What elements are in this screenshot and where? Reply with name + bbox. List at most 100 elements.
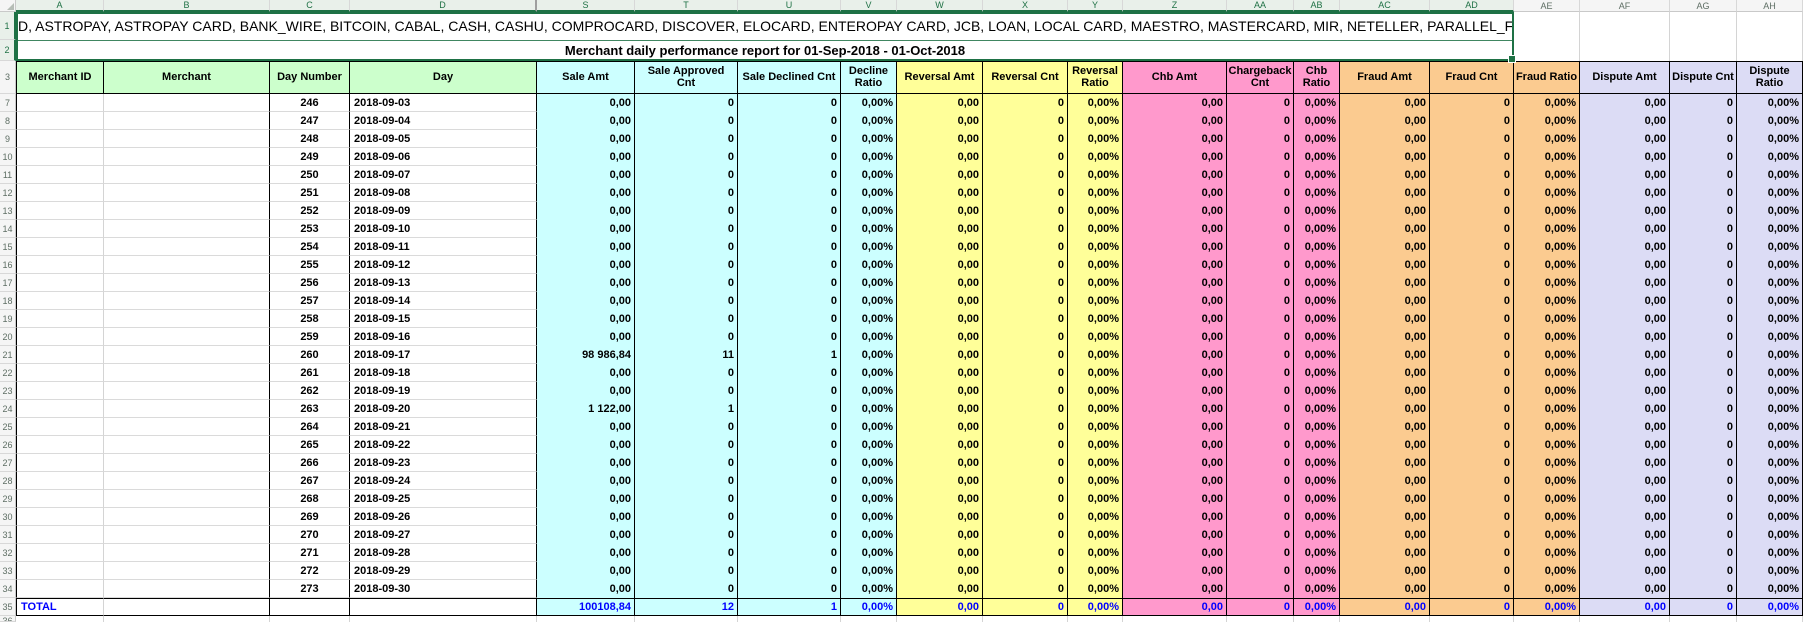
cell-AH36[interactable] <box>1737 616 1803 622</box>
cell-AF22[interactable]: 0,00 <box>1580 364 1670 382</box>
cell-D21[interactable]: 2018-09-17 <box>350 346 537 364</box>
cell-S21[interactable]: 98 986,84 <box>537 346 635 364</box>
cell-A21[interactable] <box>16 346 104 364</box>
cell-A33[interactable] <box>16 562 104 580</box>
cell-AE1[interactable] <box>1514 12 1580 40</box>
column-header-X[interactable]: X <box>983 0 1068 12</box>
row-header-36[interactable]: 36 <box>0 616 16 622</box>
row-header-12[interactable]: 12 <box>0 184 16 202</box>
row-header-30[interactable]: 30 <box>0 508 16 526</box>
cell-AG19[interactable]: 0 <box>1670 310 1737 328</box>
cell-B16[interactable] <box>104 256 270 274</box>
cell-AF28[interactable]: 0,00 <box>1580 472 1670 490</box>
cell-D11[interactable]: 2018-09-07 <box>350 166 537 184</box>
cell-D28[interactable]: 2018-09-24 <box>350 472 537 490</box>
cell-AH18[interactable]: 0,00% <box>1737 292 1803 310</box>
row-header-28[interactable]: 28 <box>0 472 16 490</box>
total-cell-AD[interactable]: 0 <box>1430 598 1514 616</box>
cell-AF30[interactable]: 0,00 <box>1580 508 1670 526</box>
cell-T20[interactable]: 0 <box>635 328 738 346</box>
cell-AA26[interactable]: 0 <box>1227 436 1294 454</box>
header-cell-fraud-cnt[interactable]: Fraud Cnt <box>1430 61 1514 94</box>
cell-W23[interactable]: 0,00 <box>897 382 983 400</box>
cell-T32[interactable]: 0 <box>635 544 738 562</box>
cell-D18[interactable]: 2018-09-14 <box>350 292 537 310</box>
cell-AB22[interactable]: 0,00% <box>1294 364 1340 382</box>
cell-U11[interactable]: 0 <box>738 166 841 184</box>
cell-Z10[interactable]: 0,00 <box>1123 148 1227 166</box>
cell-C9[interactable]: 248 <box>270 130 350 148</box>
cell-AB20[interactable]: 0,00% <box>1294 328 1340 346</box>
cell-AB13[interactable]: 0,00% <box>1294 202 1340 220</box>
cell-W34[interactable]: 0,00 <box>897 580 983 598</box>
cell-Z13[interactable]: 0,00 <box>1123 202 1227 220</box>
cell-Z21[interactable]: 0,00 <box>1123 346 1227 364</box>
cell-V21[interactable]: 0,00% <box>841 346 897 364</box>
cell-B32[interactable] <box>104 544 270 562</box>
total-cell-Z[interactable]: 0,00 <box>1123 598 1227 616</box>
cell-B27[interactable] <box>104 454 270 472</box>
cell-S32[interactable]: 0,00 <box>537 544 635 562</box>
row-header-8[interactable]: 8 <box>0 112 16 130</box>
cell-U32[interactable]: 0 <box>738 544 841 562</box>
cell-Y28[interactable]: 0,00% <box>1068 472 1123 490</box>
cell-W19[interactable]: 0,00 <box>897 310 983 328</box>
column-header-B[interactable]: B <box>104 0 270 12</box>
cell-AC33[interactable]: 0,00 <box>1340 562 1430 580</box>
cell-C21[interactable]: 260 <box>270 346 350 364</box>
cell-X12[interactable]: 0 <box>983 184 1068 202</box>
cell-AD21[interactable]: 0 <box>1430 346 1514 364</box>
cell-X18[interactable]: 0 <box>983 292 1068 310</box>
cell-AH14[interactable]: 0,00% <box>1737 220 1803 238</box>
cell-B23[interactable] <box>104 382 270 400</box>
cell-AD29[interactable]: 0 <box>1430 490 1514 508</box>
cell-AF20[interactable]: 0,00 <box>1580 328 1670 346</box>
cell-AD28[interactable]: 0 <box>1430 472 1514 490</box>
cell-D22[interactable]: 2018-09-18 <box>350 364 537 382</box>
cell-Z33[interactable]: 0,00 <box>1123 562 1227 580</box>
cell-AH9[interactable]: 0,00% <box>1737 130 1803 148</box>
cell-AF36[interactable] <box>1580 616 1670 622</box>
cell-X20[interactable]: 0 <box>983 328 1068 346</box>
cell-AA30[interactable]: 0 <box>1227 508 1294 526</box>
cell-AH16[interactable]: 0,00% <box>1737 256 1803 274</box>
cell-AE2[interactable] <box>1514 40 1580 61</box>
cell-AF21[interactable]: 0,00 <box>1580 346 1670 364</box>
cell-D10[interactable]: 2018-09-06 <box>350 148 537 166</box>
cell-AD31[interactable]: 0 <box>1430 526 1514 544</box>
cell-AC13[interactable]: 0,00 <box>1340 202 1430 220</box>
cell-AC12[interactable]: 0,00 <box>1340 184 1430 202</box>
cell-S9[interactable]: 0,00 <box>537 130 635 148</box>
cell-S11[interactable]: 0,00 <box>537 166 635 184</box>
cell-X17[interactable]: 0 <box>983 274 1068 292</box>
cell-AG24[interactable]: 0 <box>1670 400 1737 418</box>
cell-T24[interactable]: 1 <box>635 400 738 418</box>
selection-fill-handle[interactable] <box>1508 55 1516 63</box>
cell-X13[interactable]: 0 <box>983 202 1068 220</box>
cell-AB34[interactable]: 0,00% <box>1294 580 1340 598</box>
cell-T9[interactable]: 0 <box>635 130 738 148</box>
cell-AG29[interactable]: 0 <box>1670 490 1737 508</box>
cell-AG34[interactable]: 0 <box>1670 580 1737 598</box>
cell-AD17[interactable]: 0 <box>1430 274 1514 292</box>
cell-AC29[interactable]: 0,00 <box>1340 490 1430 508</box>
cell-C34[interactable]: 273 <box>270 580 350 598</box>
cell-B19[interactable] <box>104 310 270 328</box>
cell-AE25[interactable]: 0,00% <box>1514 418 1580 436</box>
total-label-cell[interactable]: TOTAL <box>16 598 104 616</box>
cell-Z32[interactable]: 0,00 <box>1123 544 1227 562</box>
cell-AG23[interactable]: 0 <box>1670 382 1737 400</box>
total-cell-AE[interactable]: 0,00% <box>1514 598 1580 616</box>
cell-U29[interactable]: 0 <box>738 490 841 508</box>
total-cell-AB[interactable]: 0,00% <box>1294 598 1340 616</box>
column-header-A[interactable]: A <box>16 0 104 12</box>
cell-Y34[interactable]: 0,00% <box>1068 580 1123 598</box>
cell-AB14[interactable]: 0,00% <box>1294 220 1340 238</box>
cell-AC32[interactable]: 0,00 <box>1340 544 1430 562</box>
cell-AG20[interactable]: 0 <box>1670 328 1737 346</box>
total-cell-AA[interactable]: 0 <box>1227 598 1294 616</box>
cell-AB36[interactable] <box>1294 616 1340 622</box>
cell-S25[interactable]: 0,00 <box>537 418 635 436</box>
cell-U22[interactable]: 0 <box>738 364 841 382</box>
cell-A12[interactable] <box>16 184 104 202</box>
